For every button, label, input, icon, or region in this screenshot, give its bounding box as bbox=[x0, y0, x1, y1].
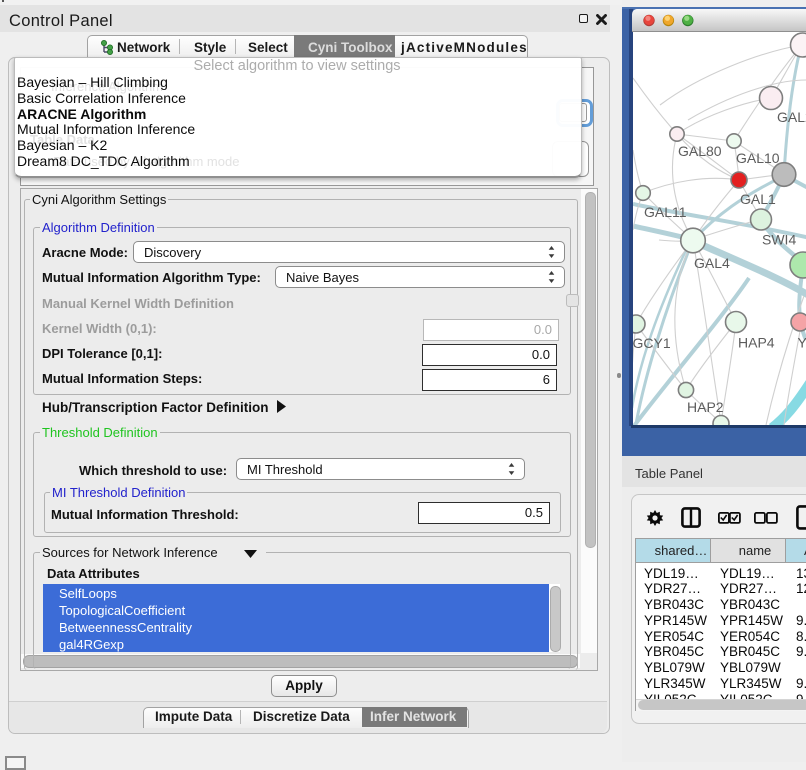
svg-text:HAP2: HAP2 bbox=[687, 399, 724, 415]
svg-text:YJ: YJ bbox=[798, 335, 806, 351]
svg-text:GAL11: GAL11 bbox=[644, 204, 687, 220]
svg-text:SWI4: SWI4 bbox=[762, 232, 796, 248]
svg-text:GAL4: GAL4 bbox=[694, 255, 730, 271]
svg-text:HAP4: HAP4 bbox=[738, 335, 775, 351]
svg-text:GAL80: GAL80 bbox=[678, 143, 722, 159]
svg-text:GAL1: GAL1 bbox=[740, 191, 776, 207]
svg-text:GAL2: GAL2 bbox=[777, 109, 806, 125]
svg-text:GCY1: GCY1 bbox=[633, 335, 671, 351]
svg-text:GAL10: GAL10 bbox=[736, 150, 780, 166]
